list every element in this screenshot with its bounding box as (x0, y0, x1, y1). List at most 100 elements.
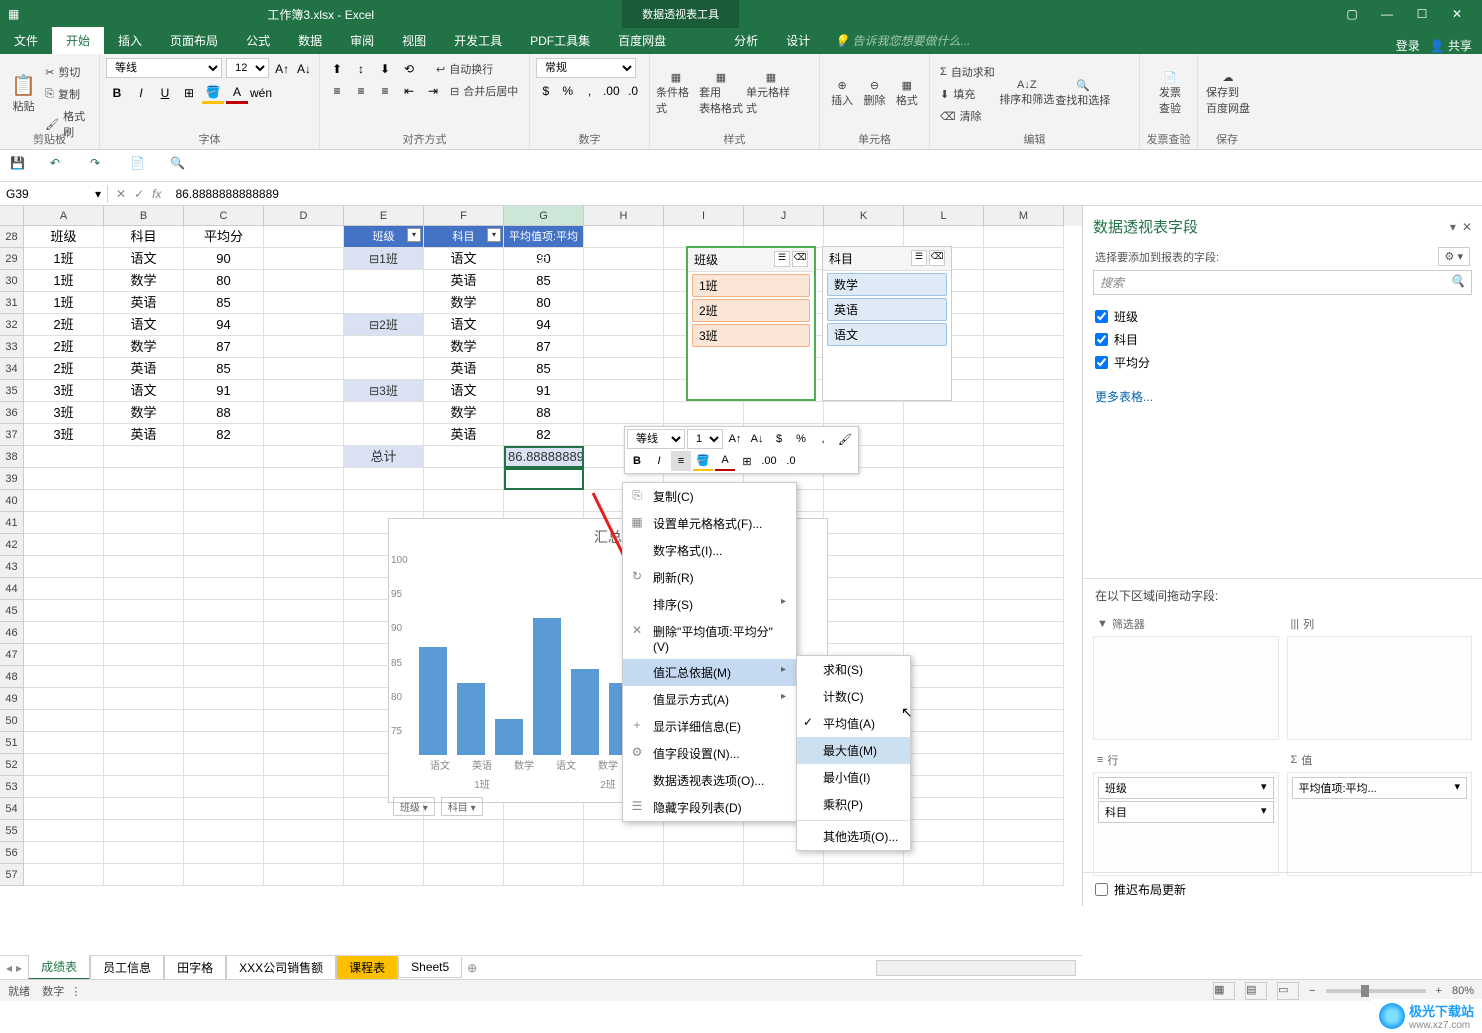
field-item[interactable]: 班级 (1095, 305, 1470, 328)
cell[interactable] (584, 380, 664, 402)
cell[interactable] (24, 600, 104, 622)
cell[interactable]: 英语 (104, 424, 184, 446)
column-header[interactable]: M (984, 206, 1064, 226)
cell[interactable] (504, 842, 584, 864)
maximize-button[interactable]: ☐ (1412, 7, 1432, 21)
add-sheet-icon[interactable]: ⊕ (462, 961, 482, 975)
dec-decimal-icon[interactable]: .0 (623, 80, 643, 102)
cell[interactable] (104, 710, 184, 732)
field-item[interactable]: 平均分 (1095, 351, 1470, 374)
cell[interactable] (24, 688, 104, 710)
cell[interactable] (984, 798, 1064, 820)
cell[interactable] (664, 820, 744, 842)
cell[interactable] (984, 336, 1064, 358)
zoom-level[interactable]: 80% (1452, 985, 1474, 997)
cell[interactable] (264, 270, 344, 292)
cell[interactable]: 语文 (424, 380, 504, 402)
zoom-in-icon[interactable]: + (1436, 985, 1442, 997)
row-header[interactable]: 43 (0, 556, 24, 578)
cell[interactable] (264, 534, 344, 556)
cell[interactable] (264, 380, 344, 402)
cell[interactable] (984, 842, 1064, 864)
cell[interactable] (984, 402, 1064, 424)
cell[interactable] (744, 226, 824, 248)
cell[interactable] (904, 424, 984, 446)
cell[interactable] (104, 578, 184, 600)
cell[interactable] (184, 622, 264, 644)
cell[interactable] (264, 688, 344, 710)
cell[interactable] (904, 578, 984, 600)
row-header[interactable]: 54 (0, 798, 24, 820)
cell-style-button[interactable]: ▦单元格样式 (746, 58, 796, 128)
cell[interactable] (584, 842, 664, 864)
save-icon[interactable]: 💾 (10, 156, 30, 176)
sheet-tab[interactable]: 田字格 (164, 956, 226, 980)
cell[interactable] (184, 578, 264, 600)
align-middle-icon[interactable]: ↕ (350, 58, 372, 80)
tab-dev[interactable]: 开发工具 (440, 27, 516, 54)
cell[interactable]: 平均分 (184, 226, 264, 248)
cell[interactable]: 英语 (424, 424, 504, 446)
chart-bar[interactable] (533, 618, 561, 755)
cell[interactable] (344, 864, 424, 886)
cell[interactable]: 2班 (24, 314, 104, 336)
zoom-slider[interactable] (1326, 989, 1426, 993)
cell[interactable]: 3班 (24, 380, 104, 402)
cell[interactable] (264, 710, 344, 732)
border-icon[interactable]: ⊞ (737, 451, 757, 471)
cell[interactable]: ⊟1班 (344, 248, 424, 270)
cell[interactable] (24, 732, 104, 754)
cell[interactable] (904, 842, 984, 864)
sub-count[interactable]: 计数(C) (797, 683, 910, 710)
tell-me-input[interactable]: 💡 告诉我您想要做什么... (824, 27, 980, 54)
cell[interactable] (904, 446, 984, 468)
cell[interactable] (264, 666, 344, 688)
cell[interactable] (344, 820, 424, 842)
cell[interactable] (184, 842, 264, 864)
chart-bar[interactable] (457, 683, 485, 755)
sort-filter-button[interactable]: A↓Z排序和筛选 (999, 58, 1055, 128)
italic-button[interactable]: I (649, 451, 669, 471)
cell[interactable] (184, 512, 264, 534)
cell[interactable]: 2班 (24, 358, 104, 380)
column-header[interactable]: E (344, 206, 424, 226)
rows-area[interactable]: 班级▾ 科目▾ (1093, 772, 1279, 876)
cell[interactable] (984, 688, 1064, 710)
ctx-show-as[interactable]: 值显示方式(A)▸ (623, 686, 796, 713)
chart-bar[interactable] (571, 669, 599, 755)
cell[interactable]: 数学 (424, 402, 504, 424)
area-field[interactable]: 班级▾ (1098, 777, 1274, 799)
cell[interactable] (104, 446, 184, 468)
cell[interactable]: 85 (504, 358, 584, 380)
slicer-item[interactable]: 语文 (827, 323, 947, 346)
cell[interactable] (984, 292, 1064, 314)
slicer-subject[interactable]: 科目 ☰⌫ 数学 英语 语文 (822, 246, 952, 401)
merge-button[interactable]: ⊟合并后居中 (446, 80, 522, 102)
cell[interactable] (584, 402, 664, 424)
cell[interactable] (104, 622, 184, 644)
tab-file[interactable]: 文件 (0, 27, 52, 54)
cell[interactable] (664, 864, 744, 886)
cell[interactable] (504, 468, 584, 490)
row-header[interactable]: 37 (0, 424, 24, 446)
comma-icon[interactable]: , (580, 80, 600, 102)
cell[interactable] (984, 666, 1064, 688)
cell[interactable] (184, 534, 264, 556)
cell[interactable] (584, 358, 664, 380)
row-header[interactable]: 46 (0, 622, 24, 644)
cell[interactable] (24, 534, 104, 556)
cell[interactable] (104, 468, 184, 490)
currency-icon[interactable]: $ (536, 80, 556, 102)
sheet-nav-first-icon[interactable]: ◂ (6, 961, 12, 975)
multi-select-icon[interactable]: ☰ (774, 251, 790, 267)
chart-field-button[interactable]: 班级 ▾ (393, 797, 435, 816)
cell[interactable]: 2班 (24, 336, 104, 358)
cell[interactable] (584, 270, 664, 292)
row-header[interactable]: 34 (0, 358, 24, 380)
paste-button[interactable]: 📋 粘贴 (6, 58, 41, 128)
sheet-tab[interactable]: XXX公司销售额 (226, 956, 336, 980)
cell[interactable] (184, 446, 264, 468)
cell[interactable] (104, 644, 184, 666)
cell[interactable] (344, 468, 424, 490)
field-pane-close-icon[interactable]: ✕ (1462, 220, 1472, 234)
